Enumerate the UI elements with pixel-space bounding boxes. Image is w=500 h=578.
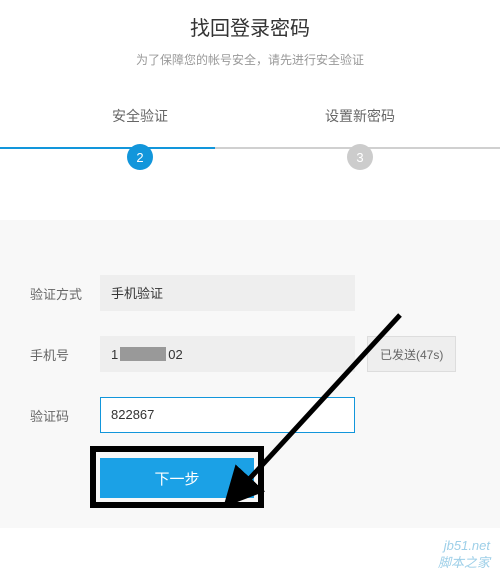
- method-value[interactable]: 手机验证: [100, 275, 355, 311]
- step-3-circle: 3: [347, 144, 373, 170]
- step-indicator: 安全验证 2 设置新密码 3: [0, 96, 500, 170]
- method-label: 验证方式: [30, 284, 100, 303]
- watermark-site: 脚本之家: [438, 555, 490, 572]
- submit-row: 下一步: [100, 458, 470, 498]
- page-subtitle: 为了保障您的帐号安全，请先进行安全验证: [0, 51, 500, 68]
- watermark: jb51.net 脚本之家: [438, 538, 490, 572]
- step-3: 设置新密码 3: [250, 106, 470, 170]
- phone-prefix: 1: [111, 347, 118, 362]
- next-step-button[interactable]: 下一步: [100, 458, 254, 498]
- step-3-label: 设置新密码: [250, 106, 470, 126]
- step-line-active: [0, 147, 215, 149]
- row-phone: 手机号 1 02 已发送(47s): [30, 336, 470, 372]
- phone-mask-icon: [120, 347, 166, 361]
- phone-label: 手机号: [30, 345, 100, 364]
- step-2-label: 安全验证: [30, 106, 250, 126]
- row-method: 验证方式 手机验证: [30, 275, 470, 311]
- form-area: 验证方式 手机验证 手机号 1 02 已发送(47s) 验证码 下一步: [0, 220, 500, 528]
- phone-value: 1 02: [100, 336, 355, 372]
- watermark-url: jb51.net: [438, 538, 490, 555]
- page-title: 找回登录密码: [0, 12, 500, 41]
- row-code: 验证码: [30, 397, 470, 433]
- step-2: 安全验证 2: [30, 106, 250, 170]
- code-label: 验证码: [30, 406, 100, 425]
- send-code-button[interactable]: 已发送(47s): [367, 336, 456, 372]
- phone-suffix: 02: [168, 347, 182, 362]
- step-2-circle: 2: [127, 144, 153, 170]
- header: 找回登录密码 为了保障您的帐号安全，请先进行安全验证: [0, 0, 500, 96]
- code-input[interactable]: [100, 397, 355, 433]
